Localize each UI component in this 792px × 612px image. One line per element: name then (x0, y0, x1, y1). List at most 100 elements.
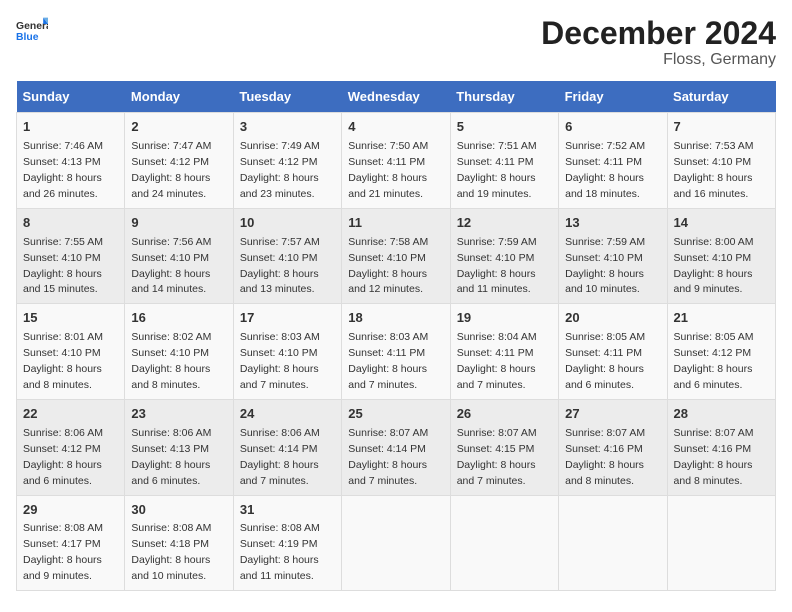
calendar-cell (342, 495, 450, 591)
day-number: 5 (457, 118, 552, 137)
calendar-week-row: 8 Sunrise: 7:55 AM Sunset: 4:10 PM Daylig… (17, 208, 776, 304)
calendar-cell: 21Sunrise: 8:05 AM Sunset: 4:12 PM Dayli… (667, 304, 775, 400)
day-number: 7 (674, 118, 769, 137)
calendar-cell: 11Sunrise: 7:58 AM Sunset: 4:10 PM Dayli… (342, 208, 450, 304)
calendar-cell: 12Sunrise: 7:59 AM Sunset: 4:10 PM Dayli… (450, 208, 558, 304)
day-number: 15 (23, 309, 118, 328)
calendar-cell: 27 Sunrise: 8:07 AM Sunset: 4:16 PM Dayli… (559, 399, 667, 495)
day-number: 25 (348, 405, 443, 424)
calendar-cell: 8 Sunrise: 7:55 AM Sunset: 4:10 PM Daylig… (17, 208, 125, 304)
column-header-thursday: Thursday (450, 81, 558, 113)
day-info: Sunrise: 7:47 AM Sunset: 4:12 PM Dayligh… (131, 140, 211, 200)
svg-text:Blue: Blue (16, 32, 39, 43)
calendar-cell: 19 Sunrise: 8:04 AM Sunset: 4:11 PM Dayli… (450, 304, 558, 400)
calendar-cell: 13 Sunrise: 7:59 AM Sunset: 4:10 PM Dayli… (559, 208, 667, 304)
day-info: Sunrise: 7:46 AM Sunset: 4:13 PM Dayligh… (23, 140, 103, 200)
calendar-cell: 18 Sunrise: 8:03 AM Sunset: 4:11 PM Dayli… (342, 304, 450, 400)
generalblue-logo-icon: General Blue (16, 16, 48, 44)
calendar-cell: 17Sunrise: 8:03 AM Sunset: 4:10 PM Dayli… (233, 304, 341, 400)
day-info: Sunrise: 8:07 AM Sunset: 4:14 PM Dayligh… (348, 427, 428, 487)
calendar-cell: 3 Sunrise: 7:49 AM Sunset: 4:12 PM Daylig… (233, 113, 341, 209)
calendar-cell: 15 Sunrise: 8:01 AM Sunset: 4:10 PM Dayli… (17, 304, 125, 400)
day-info: Sunrise: 7:58 AM Sunset: 4:10 PM Dayligh… (348, 236, 428, 296)
calendar-cell: 22Sunrise: 8:06 AM Sunset: 4:12 PM Dayli… (17, 399, 125, 495)
day-info: Sunrise: 7:59 AM Sunset: 4:10 PM Dayligh… (457, 236, 537, 296)
calendar-cell: 29 Sunrise: 8:08 AM Sunset: 4:17 PM Dayli… (17, 495, 125, 591)
column-header-tuesday: Tuesday (233, 81, 341, 113)
calendar-cell: 1 Sunrise: 7:46 AM Sunset: 4:13 PM Daylig… (17, 113, 125, 209)
day-info: Sunrise: 7:55 AM Sunset: 4:10 PM Dayligh… (23, 236, 103, 296)
calendar-cell: 20Sunrise: 8:05 AM Sunset: 4:11 PM Dayli… (559, 304, 667, 400)
day-info: Sunrise: 8:05 AM Sunset: 4:11 PM Dayligh… (565, 331, 645, 391)
calendar-table: SundayMondayTuesdayWednesdayThursdayFrid… (16, 81, 776, 591)
day-info: Sunrise: 8:01 AM Sunset: 4:10 PM Dayligh… (23, 331, 103, 391)
day-info: Sunrise: 8:07 AM Sunset: 4:16 PM Dayligh… (674, 427, 754, 487)
day-info: Sunrise: 8:03 AM Sunset: 4:11 PM Dayligh… (348, 331, 428, 391)
day-number: 16 (131, 309, 226, 328)
calendar-cell (667, 495, 775, 591)
day-info: Sunrise: 8:02 AM Sunset: 4:10 PM Dayligh… (131, 331, 211, 391)
calendar-cell: 24Sunrise: 8:06 AM Sunset: 4:14 PM Dayli… (233, 399, 341, 495)
day-info: Sunrise: 7:52 AM Sunset: 4:11 PM Dayligh… (565, 140, 645, 200)
day-info: Sunrise: 7:50 AM Sunset: 4:11 PM Dayligh… (348, 140, 428, 200)
day-number: 4 (348, 118, 443, 137)
day-info: Sunrise: 8:08 AM Sunset: 4:18 PM Dayligh… (131, 522, 211, 582)
day-number: 13 (565, 214, 660, 233)
calendar-header-row: SundayMondayTuesdayWednesdayThursdayFrid… (17, 81, 776, 113)
day-info: Sunrise: 8:04 AM Sunset: 4:11 PM Dayligh… (457, 331, 537, 391)
calendar-cell: 7Sunrise: 7:53 AM Sunset: 4:10 PM Daylig… (667, 113, 775, 209)
day-info: Sunrise: 8:05 AM Sunset: 4:12 PM Dayligh… (674, 331, 754, 391)
logo: General Blue (16, 16, 48, 44)
day-number: 17 (240, 309, 335, 328)
day-number: 1 (23, 118, 118, 137)
day-number: 3 (240, 118, 335, 137)
calendar-cell: 5 Sunrise: 7:51 AM Sunset: 4:11 PM Daylig… (450, 113, 558, 209)
day-info: Sunrise: 8:08 AM Sunset: 4:19 PM Dayligh… (240, 522, 320, 582)
day-number: 28 (674, 405, 769, 424)
day-info: Sunrise: 8:08 AM Sunset: 4:17 PM Dayligh… (23, 522, 103, 582)
day-number: 6 (565, 118, 660, 137)
day-number: 23 (131, 405, 226, 424)
calendar-cell: 25 Sunrise: 8:07 AM Sunset: 4:14 PM Dayli… (342, 399, 450, 495)
column-header-friday: Friday (559, 81, 667, 113)
day-info: Sunrise: 8:06 AM Sunset: 4:13 PM Dayligh… (131, 427, 211, 487)
main-title: December 2024 (541, 16, 776, 51)
column-header-monday: Monday (125, 81, 233, 113)
calendar-cell: 31 Sunrise: 8:08 AM Sunset: 4:19 PM Dayli… (233, 495, 341, 591)
day-number: 19 (457, 309, 552, 328)
day-info: Sunrise: 8:07 AM Sunset: 4:15 PM Dayligh… (457, 427, 537, 487)
day-info: Sunrise: 8:00 AM Sunset: 4:10 PM Dayligh… (674, 236, 754, 296)
day-number: 27 (565, 405, 660, 424)
title-area: December 2024 Floss, Germany (541, 16, 776, 69)
day-info: Sunrise: 7:59 AM Sunset: 4:10 PM Dayligh… (565, 236, 645, 296)
column-header-wednesday: Wednesday (342, 81, 450, 113)
day-info: Sunrise: 8:06 AM Sunset: 4:12 PM Dayligh… (23, 427, 103, 487)
day-number: 18 (348, 309, 443, 328)
day-info: Sunrise: 8:07 AM Sunset: 4:16 PM Dayligh… (565, 427, 645, 487)
calendar-cell (450, 495, 558, 591)
day-number: 14 (674, 214, 769, 233)
day-number: 8 (23, 214, 118, 233)
day-info: Sunrise: 7:51 AM Sunset: 4:11 PM Dayligh… (457, 140, 537, 200)
calendar-cell: 30 Sunrise: 8:08 AM Sunset: 4:18 PM Dayli… (125, 495, 233, 591)
column-header-saturday: Saturday (667, 81, 775, 113)
subtitle: Floss, Germany (541, 51, 776, 69)
day-number: 24 (240, 405, 335, 424)
day-number: 29 (23, 501, 118, 520)
calendar-week-row: 22Sunrise: 8:06 AM Sunset: 4:12 PM Dayli… (17, 399, 776, 495)
calendar-cell: 9Sunrise: 7:56 AM Sunset: 4:10 PM Daylig… (125, 208, 233, 304)
calendar-cell: 10 Sunrise: 7:57 AM Sunset: 4:10 PM Dayli… (233, 208, 341, 304)
day-number: 10 (240, 214, 335, 233)
calendar-cell: 28 Sunrise: 8:07 AM Sunset: 4:16 PM Dayli… (667, 399, 775, 495)
day-info: Sunrise: 7:49 AM Sunset: 4:12 PM Dayligh… (240, 140, 320, 200)
calendar-cell: 23 Sunrise: 8:06 AM Sunset: 4:13 PM Dayli… (125, 399, 233, 495)
day-info: Sunrise: 7:56 AM Sunset: 4:10 PM Dayligh… (131, 236, 211, 296)
day-info: Sunrise: 7:57 AM Sunset: 4:10 PM Dayligh… (240, 236, 320, 296)
day-number: 26 (457, 405, 552, 424)
day-number: 31 (240, 501, 335, 520)
calendar-cell: 26 Sunrise: 8:07 AM Sunset: 4:15 PM Dayli… (450, 399, 558, 495)
day-number: 30 (131, 501, 226, 520)
calendar-cell (559, 495, 667, 591)
calendar-week-row: 29 Sunrise: 8:08 AM Sunset: 4:17 PM Dayli… (17, 495, 776, 591)
calendar-cell: 16 Sunrise: 8:02 AM Sunset: 4:10 PM Dayli… (125, 304, 233, 400)
